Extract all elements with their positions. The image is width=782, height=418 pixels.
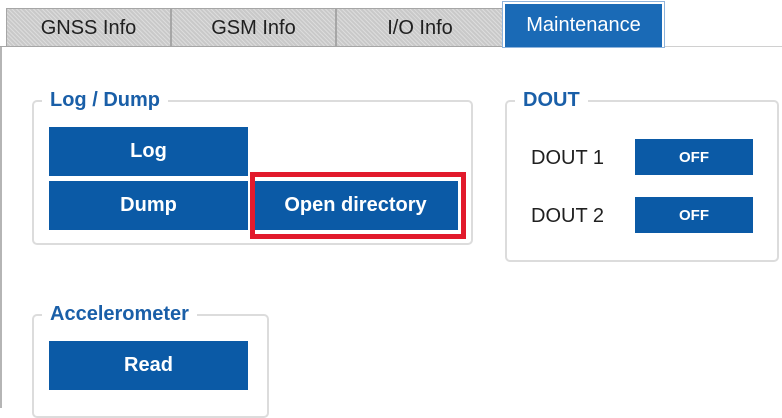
dout-2-label: DOUT 2: [531, 205, 604, 227]
open-directory-button-label: Open directory: [284, 194, 427, 216]
dout-2-toggle-button[interactable]: OFF: [635, 197, 753, 233]
dout-1-label: DOUT 1: [531, 147, 604, 169]
dout-1-toggle-button[interactable]: OFF: [635, 139, 753, 175]
dout-2-state: OFF: [679, 206, 709, 224]
tab-label: GNSS Info: [40, 16, 137, 39]
tab-io-info[interactable]: I/O Info: [336, 8, 504, 47]
tab-divider: [0, 46, 504, 47]
accelerometer-title: Accelerometer: [42, 302, 197, 326]
tab-gnss-info[interactable]: GNSS Info: [6, 8, 171, 47]
dump-button[interactable]: Dump: [49, 181, 248, 230]
tab-label: Maintenance: [526, 14, 641, 36]
tab-gsm-info[interactable]: GSM Info: [171, 8, 336, 47]
open-directory-button[interactable]: Open directory: [253, 181, 458, 230]
tab-label: I/O Info: [387, 16, 453, 39]
tab-maintenance[interactable]: Maintenance: [502, 1, 665, 48]
tab-divider-right: [664, 46, 782, 47]
dump-button-label: Dump: [120, 194, 177, 216]
dout-title: DOUT: [515, 88, 588, 112]
read-button[interactable]: Read: [49, 341, 248, 390]
dout-1-state: OFF: [679, 148, 709, 166]
read-button-label: Read: [124, 354, 173, 376]
dout-group: DOUT: [505, 88, 779, 262]
tab-label: GSM Info: [211, 16, 296, 39]
log-button-label: Log: [130, 140, 167, 162]
log-dump-title: Log / Dump: [42, 88, 168, 112]
content-panel-border: [0, 47, 2, 408]
log-button[interactable]: Log: [49, 127, 248, 176]
